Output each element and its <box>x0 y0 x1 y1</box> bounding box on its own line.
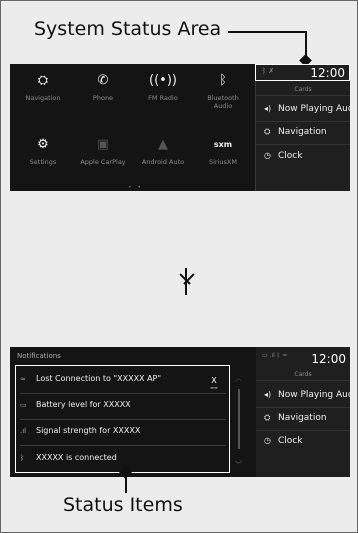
speaker-icon: ◂) <box>264 104 272 113</box>
app-label: SiriusXM <box>209 158 237 166</box>
notification-text: Signal strength for XXXXX <box>36 426 141 435</box>
siriusxm-icon: sxm <box>213 140 233 149</box>
notifications-title: Notifications <box>17 352 61 360</box>
notification-text: XXXXX is connected <box>36 453 117 462</box>
scrollbar[interactable] <box>238 389 240 449</box>
cards-panel: ▭ .ıl ᛒ ≈ 12:00 Cards ◂) Now Playing Auc … <box>256 347 350 477</box>
card-label: Now Playing Audi <box>278 104 350 114</box>
callout-status-items: Status Items <box>63 494 183 516</box>
signal-icon: .ıl <box>20 427 27 435</box>
notifications-screen: Notifications ≈ Lost Connection to "XXXXX… <box>10 347 350 477</box>
radio-icon: ((•)) <box>149 73 177 88</box>
page-indicator: • • <box>128 184 143 191</box>
cards-panel: Cards ◂) Now Playing Audi ⛭ Navigation ◷ Cl… <box>256 64 350 191</box>
app-label: Bluetooth Audio <box>207 94 239 110</box>
status-icons: ▭ .ıl ᛒ ≈ <box>262 352 288 359</box>
clock-icon: ◷ <box>264 436 271 445</box>
app-grid: ⛭ Navigation ✆ Phone ((•)) FM Radio ᛒ Bl… <box>10 64 255 191</box>
home-screen: ⛭ Navigation ✆ Phone ((•)) FM Radio ᛒ Bl… <box>10 64 350 191</box>
card-label: Navigation <box>278 413 327 423</box>
callout-leader-line <box>125 473 127 493</box>
carplay-icon: ▣ <box>96 137 110 152</box>
android-auto-icon: ▲ <box>158 137 168 152</box>
notification-divider <box>20 393 226 394</box>
app-label: Apple CarPlay <box>80 158 126 166</box>
card-label: Now Playing Auc <box>278 390 350 400</box>
notification-item[interactable]: ≈ Lost Connection to "XXXXX AP" <box>20 374 225 398</box>
card-now-playing[interactable]: ◂) Now Playing Auc <box>264 390 350 400</box>
card-navigation[interactable]: ⛭ Navigation <box>264 413 327 423</box>
card-divider <box>256 121 350 122</box>
status-clock: 12:00 <box>310 66 345 80</box>
notification-text: Battery level for XXXXX <box>36 400 131 409</box>
app-navigation[interactable]: ⛭ Navigation <box>13 72 73 102</box>
callout-system-status-area: System Status Area <box>34 18 222 40</box>
chevron-up-icon[interactable]: ︿ <box>235 373 242 383</box>
card-clock[interactable]: ◷ Clock <box>264 436 302 446</box>
card-clock[interactable]: ◷ Clock <box>264 151 302 161</box>
app-label: Phone <box>92 94 114 102</box>
navigation-icon: ⛭ <box>37 73 49 88</box>
app-label: Settings <box>29 158 57 166</box>
card-divider <box>256 144 350 145</box>
status-items-list: ≈ Lost Connection to "XXXXX AP" X ▬▬ ▭ Bat… <box>15 365 230 473</box>
bluetooth-icon: ᛒ <box>20 454 25 462</box>
card-divider <box>256 430 350 431</box>
status-clock: 12:00 <box>311 352 346 366</box>
status-icons: ᛒ ✗ <box>262 67 275 75</box>
notification-text: Lost Connection to "XXXXX AP" <box>36 374 162 383</box>
callout-leader-line <box>228 31 306 33</box>
notification-divider <box>20 445 226 446</box>
card-navigation[interactable]: ⛭ Navigation <box>264 127 327 137</box>
app-bluetooth-audio[interactable]: ᛒ Bluetooth Audio <box>193 72 253 110</box>
gear-icon: ⚙ <box>37 137 49 152</box>
navigation-icon: ⛭ <box>264 127 271 136</box>
notification-item[interactable]: ▭ Battery level for XXXXX <box>20 400 225 424</box>
system-status-area[interactable]: ᛒ ✗ 12:00 <box>255 64 350 81</box>
card-label: Clock <box>278 151 303 161</box>
app-apple-carplay[interactable]: ▣ Apple CarPlay <box>73 136 133 166</box>
battery-icon: ▭ <box>20 401 27 409</box>
phone-icon: ✆ <box>97 73 109 88</box>
app-label: Navigation <box>25 94 61 102</box>
notification-divider <box>20 419 226 420</box>
app-label: Android Auto <box>141 158 185 166</box>
card-now-playing[interactable]: ◂) Now Playing Audi <box>264 104 350 114</box>
wifi-icon: ≈ <box>20 375 26 383</box>
app-phone[interactable]: ✆ Phone <box>73 72 133 102</box>
dismiss-label: X <box>211 376 217 385</box>
card-divider <box>256 407 350 408</box>
app-android-auto[interactable]: ▲ Android Auto <box>133 136 193 166</box>
clock-icon: ◷ <box>264 151 271 160</box>
cards-label: Cards <box>294 371 312 378</box>
cards-label: Cards <box>294 86 312 93</box>
close-icon: ▬▬ <box>210 385 218 390</box>
notification-item[interactable]: .ıl Signal strength for XXXXX <box>20 426 225 450</box>
card-label: Clock <box>278 436 303 446</box>
bluetooth-icon: ᛒ <box>219 73 227 88</box>
card-divider <box>256 95 350 96</box>
card-divider <box>256 380 350 381</box>
app-settings[interactable]: ⚙ Settings <box>13 136 73 166</box>
speaker-icon: ◂) <box>264 390 272 399</box>
app-label: FM Radio <box>148 94 178 102</box>
chevron-down-icon[interactable]: ﹀ <box>235 460 242 470</box>
navigation-icon: ⛭ <box>264 413 271 422</box>
app-siriusxm[interactable]: sxm SiriusXM <box>193 136 253 166</box>
dismiss-button[interactable]: X ▬▬ <box>204 376 224 390</box>
app-fm-radio[interactable]: ((•)) FM Radio <box>133 72 193 102</box>
card-label: Navigation <box>278 127 327 137</box>
